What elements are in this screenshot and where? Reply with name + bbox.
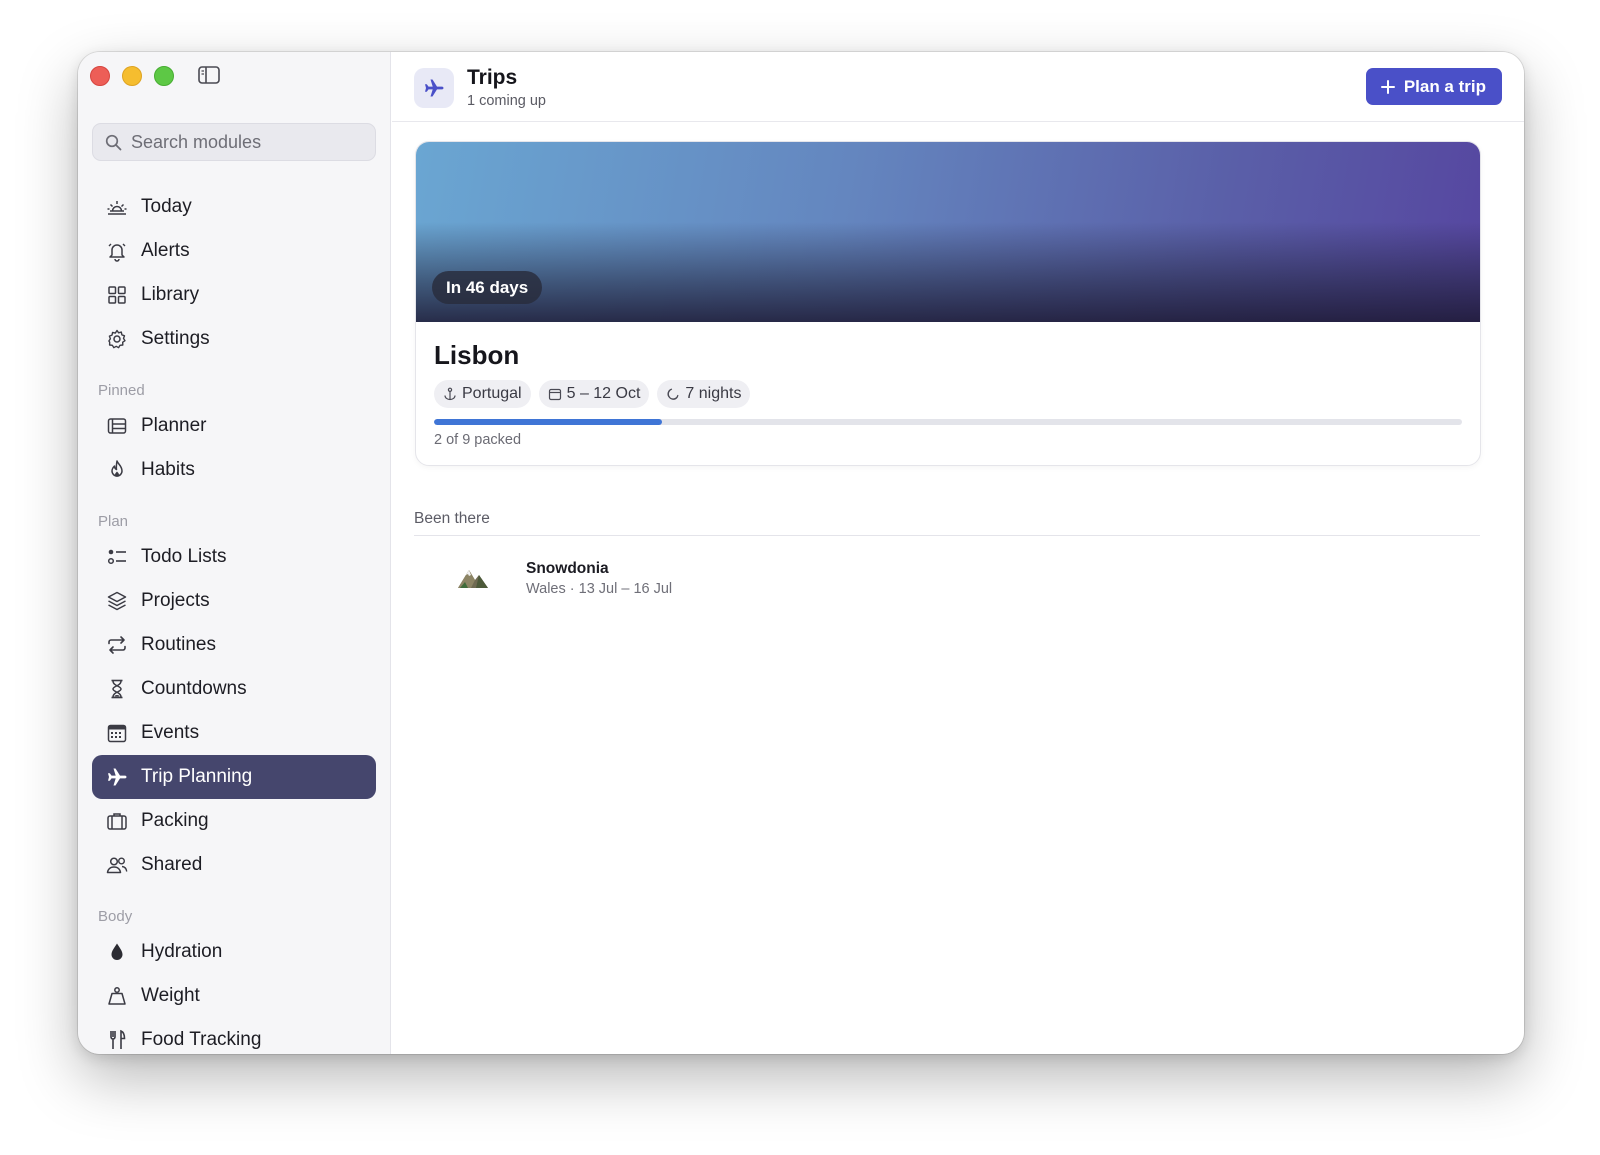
sidebar-item-library[interactable]: Library (92, 273, 376, 317)
sidebar-item-food-tracking[interactable]: Food Tracking (92, 1018, 376, 1054)
hourglass-icon (106, 678, 128, 700)
upcoming-trip-card[interactable]: In 46 days Lisbon Portugal 5 – 12 Oct 7 … (415, 141, 1481, 466)
trip-name: Lisbon (434, 340, 520, 370)
nights-chip: 7 nights (657, 380, 751, 408)
moon-icon (667, 388, 679, 400)
sidebar-item-label: Weight (141, 985, 200, 1006)
sidebar-item-hydration[interactable]: Hydration (92, 930, 376, 974)
sidebar-item-trip-planning[interactable]: Trip Planning (92, 755, 376, 799)
search-field[interactable] (92, 123, 376, 161)
close-window-button[interactable] (90, 66, 110, 86)
plus-icon (1380, 79, 1395, 94)
country-chip: Portugal (434, 380, 531, 408)
app-window: Today Alerts Library Settings Pinned Pla… (78, 52, 1524, 1054)
people-icon (106, 854, 128, 876)
sidebar-item-label: Todo Lists (141, 546, 227, 567)
sidebar-item-settings[interactable]: Settings (92, 317, 376, 361)
sidebar: Today Alerts Library Settings Pinned Pla… (78, 52, 391, 1054)
sidebar-item-shared[interactable]: Shared (92, 843, 376, 887)
packing-progress-bar (434, 419, 1462, 425)
country-label: Portugal (462, 385, 522, 402)
plan-trip-label: Plan a trip (1403, 76, 1486, 96)
past-trip-name: Snowdonia (526, 560, 609, 577)
section-label-body: Body (98, 908, 133, 925)
sidebar-item-label: Packing (141, 810, 209, 831)
fork-knife-icon (106, 1029, 128, 1051)
past-trip-meta: Wales · 13 Jul – 16 Jul (526, 581, 673, 597)
bell-icon (106, 240, 128, 262)
airplane-icon (414, 68, 454, 108)
sidebar-nav: Today Alerts Library Settings Pinned Pla… (92, 185, 376, 1054)
sidebar-item-alerts[interactable]: Alerts (92, 229, 376, 273)
sidebar-item-label: Routines (141, 634, 216, 655)
sidebar-item-label: Library (141, 284, 200, 305)
dates-label: 5 – 12 Oct (566, 385, 641, 402)
sidebar-item-label: Alerts (141, 240, 190, 261)
been-there-heading: Been there (414, 510, 490, 527)
zoom-window-button[interactable] (154, 66, 174, 86)
mountain-icon (456, 561, 490, 595)
sidebar-item-label: Events (141, 722, 200, 743)
sidebar-item-countdowns[interactable]: Countdowns (92, 667, 376, 711)
sidebar-item-label: Hydration (141, 941, 223, 962)
trip-hero-image (416, 142, 1480, 322)
main-content: Trips 1 coming up Plan a trip In 46 days… (392, 52, 1524, 1054)
sidebar-item-today[interactable]: Today (92, 185, 376, 229)
sidebar-item-packing[interactable]: Packing (92, 799, 376, 843)
sidebar-item-label: Habits (141, 459, 195, 480)
sidebar-item-routines[interactable]: Routines (92, 623, 376, 667)
sidebar-item-todo-lists[interactable]: Todo Lists (92, 535, 376, 579)
sidebar-item-label: Shared (141, 854, 203, 875)
checklist-icon (106, 546, 128, 568)
calendar-icon (548, 388, 561, 401)
sidebar-item-label: Food Tracking (141, 1029, 262, 1050)
search-input[interactable] (131, 131, 361, 153)
sidebar-item-label: Countdowns (141, 678, 247, 699)
sidebar-item-label: Today (141, 196, 192, 217)
airplane-icon (106, 766, 128, 788)
page-subtitle: 1 coming up (467, 93, 546, 109)
window-controls (90, 66, 174, 86)
divider (414, 535, 1480, 536)
sidebar-item-label: Projects (141, 590, 210, 611)
sidebar-item-events[interactable]: Events (92, 711, 376, 755)
sidebar-item-label: Settings (141, 328, 210, 349)
page-title: Trips (467, 66, 518, 89)
plan-trip-button[interactable]: Plan a trip (1365, 68, 1502, 105)
search-icon (105, 134, 122, 150)
section-label-pinned: Pinned (98, 382, 145, 399)
drop-icon (106, 941, 128, 963)
nights-label: 7 nights (685, 385, 742, 402)
trip-chips: Portugal 5 – 12 Oct 7 nights (434, 380, 751, 408)
planner-icon (106, 415, 128, 437)
section-label-plan: Plan (98, 513, 129, 530)
countdown-badge: In 46 days (432, 271, 543, 304)
sunrise-icon (106, 196, 128, 218)
packing-progress-fill (434, 419, 663, 425)
repeat-icon (106, 634, 128, 656)
sidebar-item-weight[interactable]: Weight (92, 974, 376, 1018)
page-header: Trips 1 coming up Plan a trip (392, 52, 1524, 122)
gear-icon (106, 328, 128, 350)
sidebar-item-planner[interactable]: Planner (92, 404, 376, 448)
scale-icon (106, 985, 128, 1007)
sidebar-item-label: Trip Planning (141, 766, 253, 787)
dates-chip: 5 – 12 Oct (538, 380, 650, 408)
sidebar-item-projects[interactable]: Projects (92, 579, 376, 623)
minimize-window-button[interactable] (122, 66, 142, 86)
suitcase-icon (106, 810, 128, 832)
anchor-icon (444, 387, 456, 401)
calendar-icon (106, 722, 128, 744)
sidebar-item-label: Planner (141, 415, 207, 436)
past-trip-row[interactable]: Snowdonia Wales · 13 Jul – 16 Jul (414, 549, 1480, 609)
packed-count: 2 of 9 packed (434, 432, 522, 448)
sidebar-toggle-icon[interactable] (198, 66, 220, 84)
sidebar-item-habits[interactable]: Habits (92, 448, 376, 492)
layers-icon (106, 590, 128, 612)
flame-icon (106, 459, 128, 481)
grid-icon (106, 284, 128, 306)
